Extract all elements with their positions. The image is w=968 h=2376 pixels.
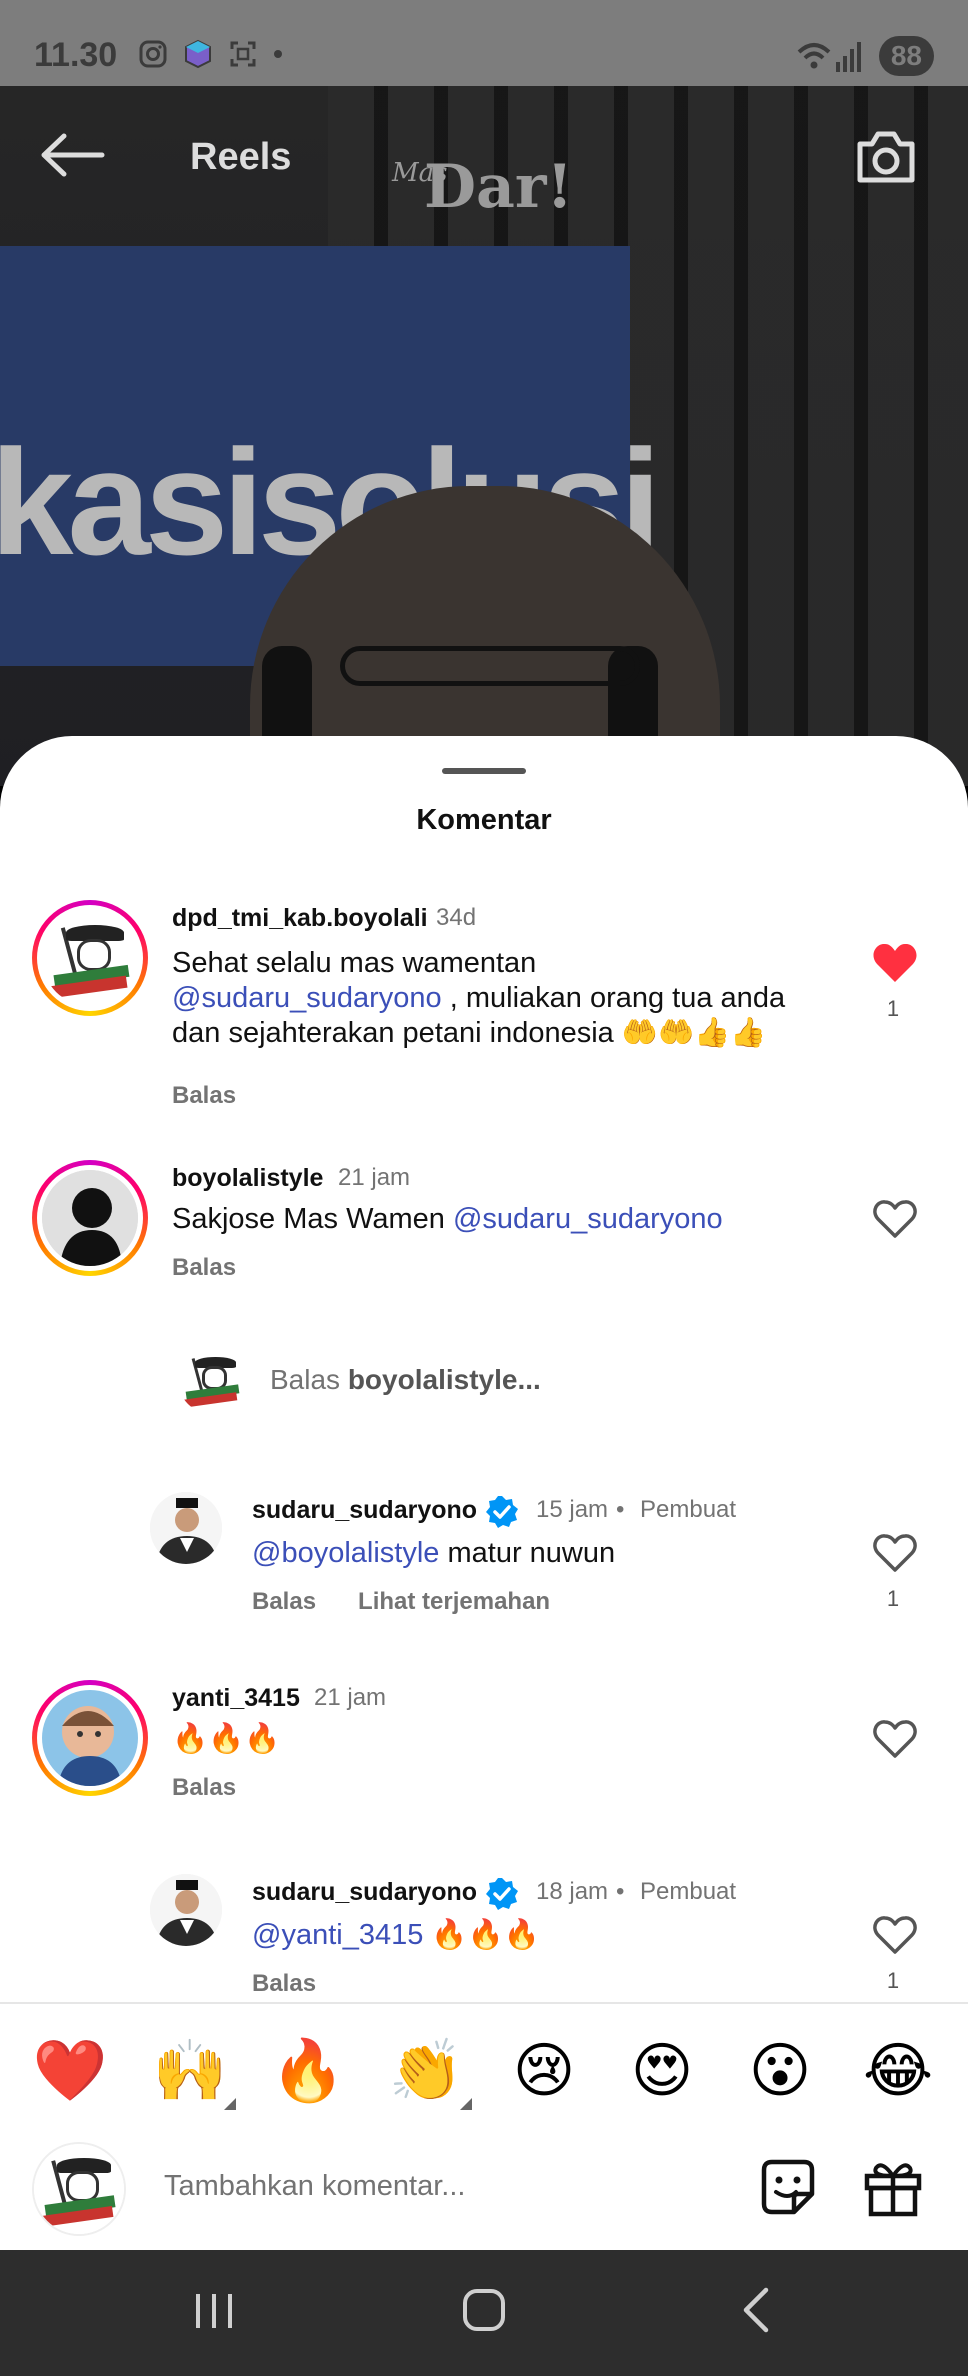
status-bar: 11.30 88 — [0, 0, 968, 86]
farmer-logo-avatar — [42, 910, 138, 1006]
emoji-laughing-button[interactable]: 😂 — [858, 2026, 938, 2116]
back-icon[interactable] — [736, 2280, 776, 2340]
farmer-logo-avatar — [32, 2142, 126, 2236]
see-translation-button[interactable]: Lihat terjemahan — [358, 1588, 550, 1616]
heart-outline-icon[interactable] — [870, 1914, 920, 1956]
comment-username[interactable]: yanti_3415 — [172, 1684, 300, 1713]
status-time: 11.30 — [34, 36, 118, 74]
comment-text: @boyolalistyle matur nuwun — [252, 1537, 616, 1569]
reply-button[interactable]: Balas — [252, 1588, 316, 1616]
mention-link[interactable]: @boyolalistyle — [252, 1537, 439, 1569]
emoji-raised-hands-button[interactable]: 🙌 — [150, 2026, 236, 2116]
reply-button[interactable]: Balas — [172, 1774, 236, 1802]
reply-button[interactable]: Balas — [172, 1254, 236, 1282]
like-count: 1 — [886, 1586, 900, 1611]
heart-outline-icon[interactable] — [870, 1198, 920, 1240]
comment-text: Sakjose Mas Wamen @sudaru_sudaryono — [172, 1203, 723, 1235]
avatar[interactable] — [32, 900, 148, 1016]
sticker-icon[interactable] — [756, 2156, 820, 2220]
comment-actions: Balas Lihat terjemahan — [252, 1588, 550, 1616]
back-arrow-icon[interactable] — [40, 132, 106, 178]
comment-actions: Balas — [172, 1254, 236, 1282]
comment-username[interactable]: dpd_tmi_kab.boyolali — [172, 904, 428, 933]
system-nav-bar — [0, 2250, 968, 2376]
comment-username[interactable]: sudaru_sudaryono — [252, 1878, 477, 1907]
creator-label: Pembuat — [640, 1496, 737, 1523]
avatar[interactable] — [150, 1492, 222, 1564]
emoji-heart-button[interactable]: ❤️ — [30, 2026, 110, 2116]
emoji-crying-button[interactable]: 😢 — [504, 2026, 584, 2116]
skin-tone-indicator — [448, 2098, 472, 2110]
sheet-title: Komentar — [416, 804, 552, 836]
comment-actions: Balas — [172, 1082, 236, 1110]
heart-outline-icon[interactable] — [870, 1718, 920, 1760]
gift-icon[interactable] — [862, 2156, 924, 2218]
comment-text: 🔥🔥🔥 — [172, 1723, 281, 1755]
emoji-clap-button[interactable]: 👏 — [386, 2026, 472, 2116]
status-icons — [138, 38, 284, 70]
farmer-logo-avatar — [178, 1346, 246, 1414]
avatar[interactable] — [32, 1160, 148, 1276]
recent-apps-icon[interactable] — [192, 2280, 236, 2340]
comment-time: 21 jam — [338, 1164, 411, 1191]
reply-button[interactable]: Balas — [172, 1082, 236, 1110]
camera-icon[interactable] — [854, 128, 918, 186]
comment-composer: Tambahkan komentar... — [0, 2126, 968, 2236]
reels-header: Reels Mas Dar! — [0, 86, 968, 222]
comment-text: Sehat selalu mas wamentan @sudaru_sudary… — [172, 947, 786, 1049]
reply-button[interactable]: Balas — [252, 1970, 316, 1998]
verified-badge-icon — [486, 1878, 518, 1910]
avatar[interactable] — [150, 1874, 222, 1946]
emoji-surprised-button[interactable]: 😮 — [740, 2026, 820, 2116]
like-count: 1 — [886, 996, 900, 1021]
person-silhouette-icon — [42, 1170, 138, 1266]
emoji-fire-button[interactable]: 🔥 — [268, 2026, 348, 2116]
mention-link[interactable]: @yanti_3415 — [252, 1919, 423, 1951]
speaker-glasses — [340, 646, 640, 686]
battery-level: 88 — [878, 36, 934, 76]
quick-emoji-bar: ❤️ 🙌 🔥 👏 😢 😍 😮 😂 — [0, 2026, 968, 2116]
comment-time: 18 jam — [536, 1878, 609, 1905]
cube-app-icon — [185, 39, 211, 69]
reels-title: Reels — [190, 136, 292, 178]
emoji-heart-eyes-button[interactable]: 😍 — [622, 2026, 702, 2116]
verified-badge-icon — [486, 1496, 518, 1528]
creator-avatar-icon — [150, 1492, 222, 1564]
like-count: 1 — [886, 1968, 900, 1993]
instagram-icon — [139, 40, 167, 68]
screenshot-icon — [230, 41, 256, 67]
avatar[interactable] — [32, 1680, 148, 1796]
comments-sheet: Komentar dpd_tmi_kab.boyolali 34d Sehat … — [0, 736, 968, 2250]
child-photo-avatar — [42, 1690, 138, 1786]
comment-actions: Balas — [172, 1774, 236, 1802]
comment-time: 15 jam — [536, 1496, 609, 1523]
mention-link[interactable]: @sudaru_sudaryono — [453, 1203, 723, 1235]
home-icon[interactable] — [460, 2280, 508, 2340]
heart-outline-icon[interactable] — [870, 1532, 920, 1574]
comment-text: @yanti_3415 🔥🔥🔥 — [252, 1919, 540, 1951]
reply-prompt[interactable]: Balas boyolalistyle... — [178, 1346, 878, 1416]
comment-time: 34d — [436, 904, 477, 931]
notification-dot-icon — [274, 50, 282, 58]
channel-logo: Dar! — [424, 152, 573, 222]
sheet-grabber[interactable] — [442, 768, 526, 774]
reply-prompt-text: Balas boyolalistyle... — [270, 1364, 541, 1395]
comment-username[interactable]: sudaru_sudaryono — [252, 1496, 477, 1525]
skin-tone-indicator — [212, 2098, 236, 2110]
comment-time: 21 jam — [314, 1684, 387, 1711]
comment-username[interactable]: boyolalistyle — [172, 1164, 323, 1193]
wifi-signal-icon — [797, 42, 861, 72]
dot-separator: • — [616, 1878, 625, 1905]
comment-actions: Balas — [252, 1970, 316, 1998]
dot-separator: • — [616, 1496, 625, 1523]
mention-link[interactable]: @sudaru_sudaryono — [172, 982, 442, 1014]
creator-avatar-icon — [150, 1874, 222, 1946]
heart-filled-icon[interactable] — [870, 942, 920, 984]
creator-label: Pembuat — [640, 1878, 737, 1905]
comment-input[interactable]: Tambahkan komentar... — [164, 2170, 465, 2203]
composer-divider — [0, 2002, 968, 2004]
